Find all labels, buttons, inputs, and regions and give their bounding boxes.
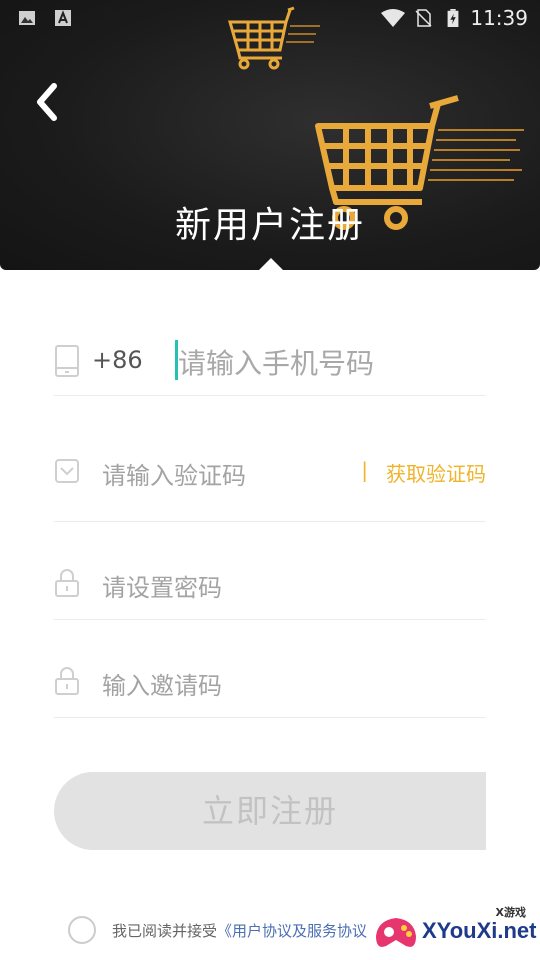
page-title: 新用户注册 (174, 205, 365, 246)
status-time: 11:39 (470, 6, 528, 30)
wifi-icon (381, 9, 405, 27)
phone-icon (55, 345, 79, 377)
header-banner: 11:39 新用户注册 (0, 0, 540, 271)
agreement-link[interactable]: 《用户协议及服务协议 (217, 922, 367, 940)
watermark-brand: XYouXi.net (422, 918, 537, 943)
invite-code-input[interactable]: 输入邀请码 (102, 666, 222, 701)
password-input[interactable]: 请设置密码 (102, 568, 222, 603)
watermark-logo: X游戏 XYouXi.net (368, 900, 540, 960)
verification-icon (55, 459, 79, 483)
verification-code-row: 请输入验证码 | 获取验证码 (54, 440, 486, 522)
lock-icon (55, 569, 79, 597)
invite-code-row: 输入邀请码 (54, 654, 486, 718)
agreement-text: 我已阅读并接受《用户协议及服务协议 (112, 920, 367, 941)
agreement-prefix: 我已阅读并接受 (112, 922, 218, 940)
get-code-button[interactable]: 获取验证码 (386, 458, 486, 487)
image-icon (19, 11, 35, 25)
no-sim-icon (415, 9, 432, 27)
shopping-cart-icon (228, 6, 320, 70)
font-icon (55, 10, 71, 26)
code-separator: | (361, 458, 368, 482)
header-notch (258, 258, 284, 271)
register-button[interactable]: 立即注册 (54, 772, 486, 850)
battery-icon (447, 9, 459, 27)
country-code-prefix[interactable]: +86 (92, 346, 143, 374)
verification-code-input[interactable]: 请输入验证码 (102, 456, 246, 491)
phone-field-row: +86 请输入手机号码 (54, 330, 486, 396)
password-row: 请设置密码 (54, 556, 486, 620)
back-icon[interactable] (30, 80, 66, 124)
lock-icon (55, 667, 79, 695)
gamepad-logo-icon (376, 918, 416, 947)
agreement-checkbox[interactable] (68, 916, 96, 944)
phone-input[interactable]: 请输入手机号码 (178, 342, 374, 382)
